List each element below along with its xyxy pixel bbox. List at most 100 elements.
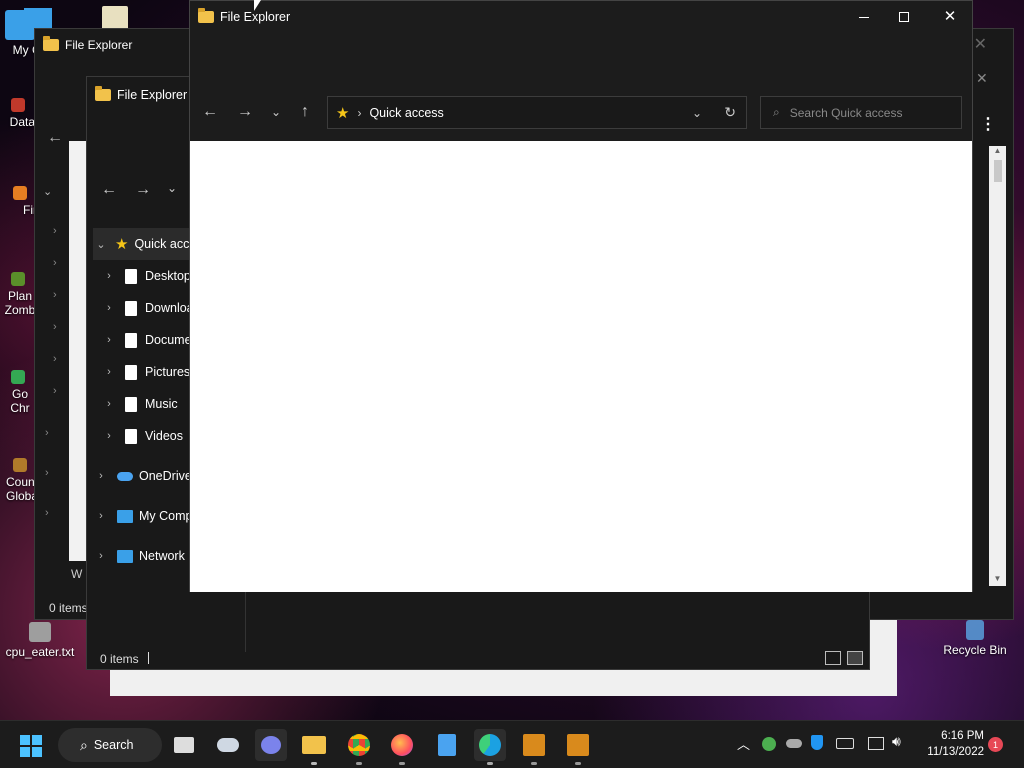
edge-taskbar-button[interactable] [474, 729, 506, 765]
chevron-right-icon[interactable]: › [93, 510, 109, 522]
back-button[interactable]: ← [196, 98, 224, 126]
up-button[interactable]: ↑ [291, 98, 319, 126]
status-bar-text: 0 items [49, 601, 88, 615]
desktop-icon-label: Recycle Bin [943, 643, 1007, 657]
star-icon: ★ [336, 104, 350, 122]
chevron-right-icon[interactable]: › [53, 343, 57, 375]
start-button[interactable] [20, 735, 42, 757]
chevron-right-icon[interactable]: › [101, 366, 117, 378]
scrollbar-thumb[interactable] [993, 160, 1002, 182]
close-icon[interactable]: ✕ [976, 70, 988, 87]
partial-text: W [71, 567, 83, 581]
chevron-right-icon[interactable]: › [53, 247, 57, 279]
tree-item-my-computer[interactable]: › My Comp [93, 500, 192, 532]
game-icon [523, 734, 545, 756]
large-icons-view-button[interactable] [847, 651, 863, 665]
keyboard-icon[interactable] [836, 738, 854, 749]
onedrive-icon[interactable] [786, 739, 802, 748]
up-arrow-icon: ↑ [301, 103, 309, 120]
desktop-icon-recycle-bin[interactable]: Recycle Bin [935, 620, 1015, 657]
chevron-right-icon[interactable]: › [93, 550, 109, 562]
notepad-taskbar-button[interactable] [431, 729, 463, 761]
task-view-button[interactable] [168, 729, 200, 761]
tree-item-music[interactable]: › Music [101, 388, 178, 420]
back-arrow-icon[interactable]: ← [101, 181, 117, 199]
chevron-right-icon[interactable]: › [101, 398, 117, 410]
chevron-right-icon[interactable]: › [45, 493, 49, 533]
tree-item-desktop[interactable]: › Desktop [101, 260, 191, 292]
firefox-icon [391, 734, 413, 756]
address-history-chevron-icon[interactable]: ⌄ [692, 106, 702, 120]
chrome-taskbar-button[interactable] [343, 729, 375, 765]
firefox-taskbar-button[interactable] [386, 729, 418, 765]
chevron-right-icon[interactable]: › [93, 470, 109, 482]
forward-arrow-icon[interactable]: → [135, 181, 151, 199]
forward-button[interactable]: → [231, 98, 259, 126]
chevron-down-icon[interactable]: ⌄ [93, 238, 109, 251]
tree-item-onedrive[interactable]: › OneDrive [93, 460, 192, 492]
counter-strike-2-taskbar-button[interactable] [562, 729, 594, 765]
chevron-right-icon[interactable]: › [45, 413, 49, 453]
tray-app-icon[interactable] [762, 737, 776, 751]
status-bar-text: 0 items [100, 652, 139, 666]
desktop-icon-cpu-eater[interactable]: cpu_eater.txt [0, 622, 80, 659]
mouse-cursor [254, 0, 261, 11]
chevron-right-icon[interactable]: › [101, 430, 117, 442]
vertical-scrollbar[interactable]: ▲ ▼ [989, 146, 1006, 586]
recent-locations-chevron-icon[interactable]: ⌄ [167, 181, 177, 195]
content-area[interactable] [190, 141, 972, 592]
minimize-button[interactable] [852, 7, 876, 27]
show-hidden-icons-button[interactable]: ︿ [737, 734, 750, 753]
volume-icon[interactable]: 🔊︎ [892, 733, 901, 750]
game-icon [13, 458, 27, 472]
window-title: File Explorer [117, 88, 188, 102]
search-button[interactable]: ⌕ Search [58, 728, 162, 762]
close-icon: ✕ [943, 8, 957, 25]
counter-strike-taskbar-button[interactable] [518, 729, 550, 765]
file-explorer-window-front[interactable]: File Explorer ✕ ← → ⌄ ↑ ★ › Quick access… [189, 0, 973, 592]
folder-icon [302, 736, 326, 754]
desktop-icon-label: Go Chr [10, 387, 30, 415]
back-arrow-icon[interactable]: ← [47, 129, 63, 147]
clock[interactable]: 6:16 PM 11/13/2022 [920, 728, 984, 760]
details-view-button[interactable] [825, 651, 841, 665]
search-placeholder: Search Quick access [789, 105, 903, 120]
notification-badge[interactable]: 1 [988, 737, 1003, 752]
chevron-down-icon[interactable]: ⌄ [43, 185, 52, 198]
minimize-icon [859, 16, 869, 18]
maximize-button[interactable] [892, 7, 916, 27]
tree-item-downloads[interactable]: › Downloa [101, 292, 194, 324]
file-explorer-taskbar-button[interactable] [298, 729, 330, 765]
notification-count: 1 [992, 739, 998, 750]
security-shield-icon[interactable] [811, 735, 823, 750]
address-bar[interactable]: ★ › Quick access ⌄ ↻ [327, 96, 747, 129]
chevron-right-icon[interactable]: › [101, 334, 117, 346]
chevron-right-icon[interactable]: › [53, 215, 57, 247]
chevron-down-icon: ⌄ [270, 105, 282, 119]
close-button[interactable]: ✕ [974, 34, 987, 54]
desktop-icon-label: Plan Zomb [4, 289, 36, 317]
refresh-icon[interactable]: ↻ [724, 104, 736, 121]
more-options-icon[interactable]: ⋮ [980, 114, 996, 134]
scroll-down-arrow-icon[interactable]: ▼ [989, 574, 1006, 586]
widgets-button[interactable] [212, 729, 244, 761]
chevron-right-icon[interactable]: › [53, 279, 57, 311]
tree-item-documents[interactable]: › Docume [101, 324, 192, 356]
search-box[interactable]: ⌕ Search Quick access [760, 96, 962, 129]
tree-item-videos[interactable]: › Videos [101, 420, 183, 452]
network-icon[interactable] [868, 737, 884, 750]
chevron-right-icon[interactable]: › [53, 375, 57, 407]
app-icon [13, 186, 27, 200]
tree-item-pictures[interactable]: › Pictures [101, 356, 190, 388]
close-button[interactable]: ✕ [938, 5, 962, 27]
chevron-right-icon[interactable]: › [101, 270, 117, 282]
chevron-right-icon[interactable]: › [53, 311, 57, 343]
teams-chat-button[interactable] [255, 729, 287, 761]
tree-item-network[interactable]: › Network [93, 540, 185, 572]
scroll-up-arrow-icon[interactable]: ▲ [989, 146, 1006, 158]
game-icon [567, 734, 589, 756]
chevron-right-icon[interactable]: › [45, 453, 49, 493]
chevron-right-icon[interactable]: › [101, 302, 117, 314]
desktop-icon-partial[interactable] [24, 8, 52, 30]
recent-locations-button[interactable]: ⌄ [262, 98, 290, 126]
